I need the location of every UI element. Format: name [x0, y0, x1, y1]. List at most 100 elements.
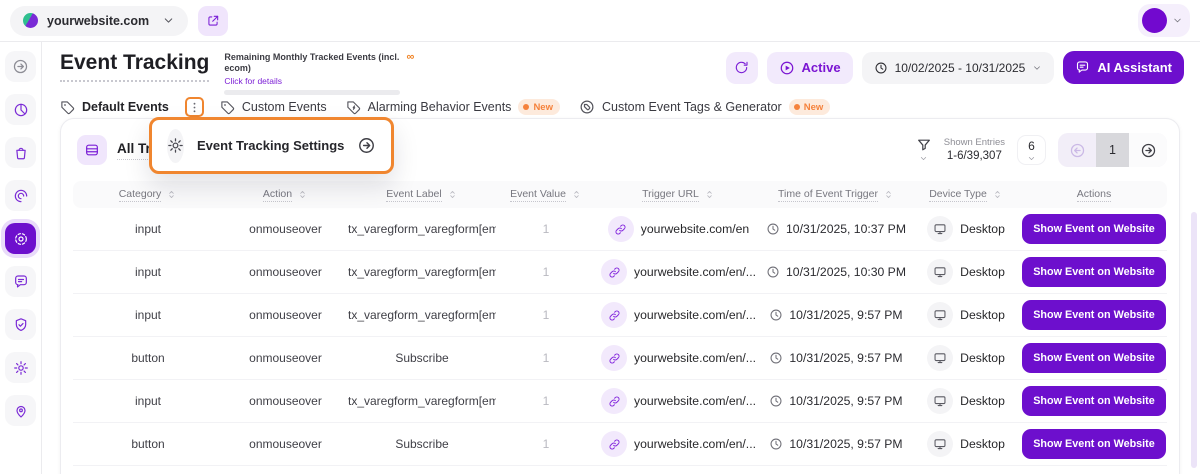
- chevron-down-icon: [162, 14, 175, 27]
- refresh-icon: [734, 60, 749, 75]
- cell-trigger-url[interactable]: yourwebsite.com/en/...: [596, 302, 761, 328]
- main-content: Event Tracking Remaining Monthly Tracked…: [42, 42, 1200, 474]
- monitor-icon: [927, 345, 953, 371]
- sidebar-item-feedback[interactable]: [5, 266, 36, 297]
- show-event-button[interactable]: Show Event on Website: [1022, 386, 1166, 416]
- show-event-button[interactable]: Show Event on Website: [1022, 214, 1166, 244]
- link-icon: [601, 431, 627, 457]
- cell-category: input: [73, 222, 223, 236]
- tag-alert-icon: [346, 100, 361, 115]
- gear-icon: [13, 360, 29, 376]
- table-row: button onmouseover Subscribe 1 yourwebsi…: [73, 337, 1167, 380]
- cell-trigger-url[interactable]: yourwebsite.com/en/...: [596, 259, 761, 285]
- site-selector[interactable]: yourwebsite.com: [10, 6, 188, 36]
- show-event-button[interactable]: Show Event on Website: [1022, 429, 1166, 459]
- tab-bar: Default Events Custom Events Alarming Be…: [60, 97, 1184, 117]
- clock-icon: [766, 222, 780, 236]
- tab-custom-events[interactable]: Custom Events: [220, 100, 327, 115]
- cell-event-label: tx_varegform_varegform[em...: [348, 222, 496, 236]
- tag-icon: [220, 100, 235, 115]
- target-icon: [13, 231, 29, 247]
- cell-device-type: Desktop: [911, 302, 1021, 328]
- tab-label: Default Events: [82, 100, 169, 114]
- table-header-row: Category Action Event Label Event Value …: [73, 181, 1167, 208]
- column-header-event-label[interactable]: Event Label: [348, 188, 496, 202]
- cell-trigger-url[interactable]: yourwebsite.com/en/...: [596, 431, 761, 457]
- column-header-category[interactable]: Category: [73, 188, 223, 202]
- sidebar-item-analytics[interactable]: [5, 94, 36, 125]
- table-row: input onmouseover tx_varegform_varegform…: [73, 208, 1167, 251]
- current-page: 1: [1096, 133, 1129, 167]
- arrow-right-circle-icon: [357, 136, 376, 155]
- cell-event-label: Subscribe: [348, 437, 496, 451]
- refresh-button[interactable]: [726, 52, 758, 84]
- column-header-device-type[interactable]: Device Type: [911, 188, 1021, 202]
- badge-dot-icon: [794, 104, 800, 110]
- link-icon: [608, 216, 634, 242]
- open-website-button[interactable]: [198, 6, 228, 36]
- sidebar-item-event-tracking[interactable]: [5, 223, 36, 254]
- chat-icon: [1075, 60, 1090, 75]
- sort-icon: [297, 189, 308, 200]
- show-event-button[interactable]: Show Event on Website: [1022, 257, 1166, 287]
- cell-trigger-url[interactable]: yourwebsite.com/en/...: [596, 388, 761, 414]
- cell-trigger-url[interactable]: yourwebsite.com/en/...: [596, 345, 761, 371]
- quota-progress-bar: [224, 90, 400, 95]
- show-event-button[interactable]: Show Event on Website: [1022, 343, 1166, 373]
- show-event-button[interactable]: Show Event on Website: [1022, 300, 1166, 330]
- tab-default-events[interactable]: Default Events: [60, 100, 169, 115]
- tracking-status-button[interactable]: Active: [767, 52, 853, 84]
- status-label: Active: [802, 60, 841, 75]
- column-header-trigger-url[interactable]: Trigger URL: [596, 188, 761, 202]
- column-header-action[interactable]: Action: [223, 188, 348, 202]
- clock-icon: [874, 61, 888, 75]
- sidebar-item-visitors[interactable]: [5, 395, 36, 426]
- cell-event-value: 1: [496, 437, 596, 451]
- arrow-right-circle-icon: [1140, 142, 1157, 159]
- next-page-button[interactable]: [1129, 133, 1167, 167]
- tab-alarming-behavior-events[interactable]: Alarming Behavior Events New: [346, 99, 560, 115]
- cell-device-type: Desktop: [911, 345, 1021, 371]
- clock-icon: [769, 394, 783, 408]
- tab-label: Alarming Behavior Events: [368, 100, 512, 114]
- cell-device-type: Desktop: [911, 216, 1021, 242]
- cell-event-label: tx_varegform_varegform[em...: [348, 308, 496, 322]
- page-size-select[interactable]: 6: [1017, 135, 1046, 165]
- sidebar-item-sessions[interactable]: [5, 180, 36, 211]
- table-row: input onmouseover tx_varegform_varegform…: [73, 251, 1167, 294]
- account-menu[interactable]: [1138, 4, 1190, 37]
- clock-icon: [766, 265, 780, 279]
- quota-details-link[interactable]: Click for details: [224, 76, 414, 86]
- cell-device-type: Desktop: [911, 388, 1021, 414]
- sort-icon: [704, 189, 715, 200]
- filter-button[interactable]: [916, 137, 932, 163]
- shown-entries: Shown Entries 1-6/39,307: [944, 137, 1005, 163]
- column-header-time[interactable]: Time of Event Trigger: [761, 188, 911, 202]
- sidebar-item-settings[interactable]: [5, 352, 36, 383]
- cell-event-value: 1: [496, 394, 596, 408]
- quota-widget: Remaining Monthly Tracked Events (incl. …: [224, 52, 414, 95]
- vertical-scrollbar[interactable]: [1191, 212, 1197, 468]
- event-tracking-settings-popup[interactable]: Event Tracking Settings: [149, 117, 394, 174]
- chevron-down-icon: [1032, 63, 1042, 73]
- date-range-picker[interactable]: 10/02/2025 - 10/31/2025: [862, 52, 1055, 84]
- sort-icon: [571, 189, 582, 200]
- site-favicon-icon: [23, 13, 38, 28]
- shield-check-icon: [13, 317, 29, 333]
- arrow-left-circle-icon: [1069, 142, 1086, 159]
- sidebar-collapse-button[interactable]: [5, 51, 36, 82]
- ai-assistant-button[interactable]: AI Assistant: [1063, 51, 1184, 84]
- events-settings-kebab-button[interactable]: [185, 97, 204, 117]
- tab-custom-event-tags-generator[interactable]: Custom Event Tags & Generator New: [579, 99, 830, 115]
- shown-entries-label: Shown Entries: [944, 137, 1005, 149]
- sidebar-item-privacy[interactable]: [5, 309, 36, 340]
- sidebar-item-ecommerce[interactable]: [5, 137, 36, 168]
- shopping-bag-icon: [13, 145, 29, 161]
- cell-event-value: 1: [496, 265, 596, 279]
- previous-page-button[interactable]: [1058, 133, 1096, 167]
- chevron-down-icon: [1027, 154, 1036, 163]
- cell-trigger-url[interactable]: yourwebsite.com/en: [596, 216, 761, 242]
- column-header-event-value[interactable]: Event Value: [496, 188, 596, 202]
- tag-icon: [60, 100, 75, 115]
- quota-label: Remaining Monthly Tracked Events (incl. …: [224, 52, 402, 75]
